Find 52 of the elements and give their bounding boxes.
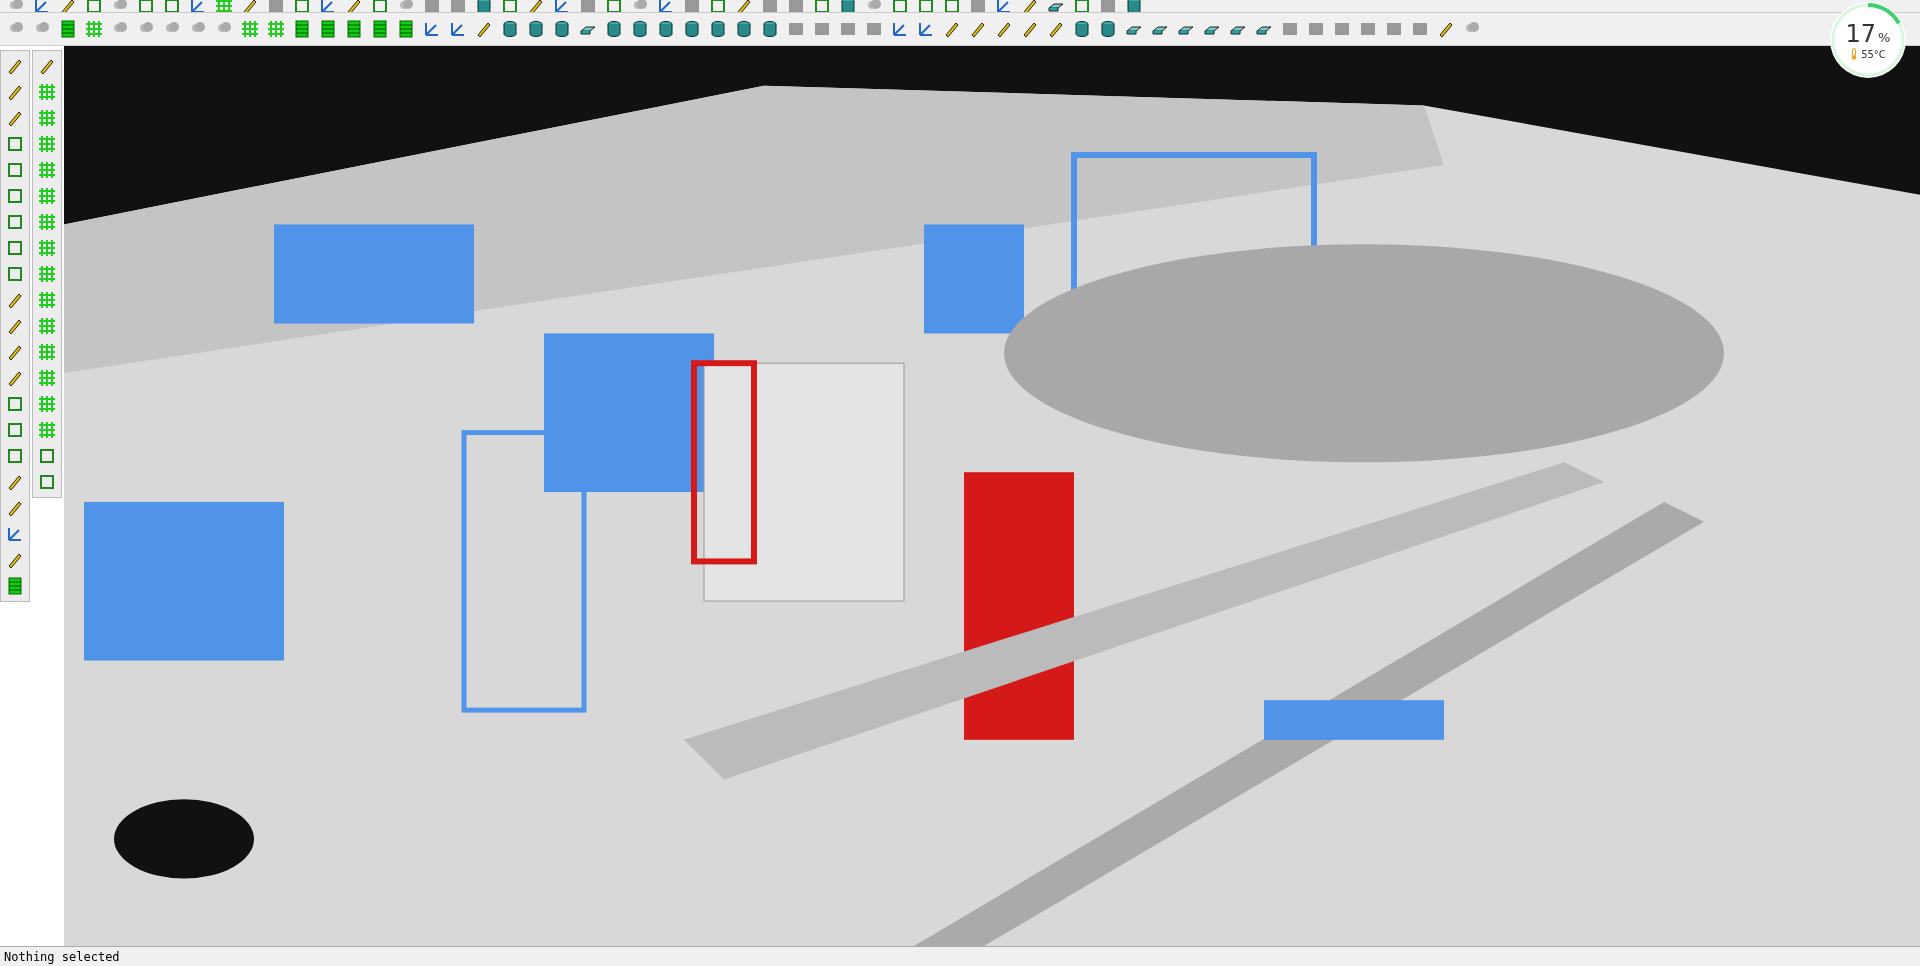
cylinder-icon [656, 19, 676, 39]
grid-icon [37, 108, 57, 128]
cylinder-icon [1072, 19, 1092, 39]
grid-icon [37, 342, 57, 362]
shape-icon [5, 238, 25, 258]
grid-icon [37, 212, 57, 232]
shape-icon [5, 186, 25, 206]
cylinder-icon [708, 19, 728, 39]
cylinder-icon [682, 19, 702, 39]
grid-icon [37, 290, 57, 310]
grid-icon [37, 420, 57, 440]
shape-icon [37, 472, 57, 492]
bars-icon [5, 576, 25, 596]
shape-icon [37, 446, 57, 466]
temperature-text: 55°C [1861, 48, 1886, 60]
grid-icon [84, 19, 104, 39]
shape-icon [5, 420, 25, 440]
thermometer-icon [1850, 48, 1859, 60]
cylinder-icon [1098, 19, 1118, 39]
grid-icon [240, 19, 260, 39]
status-text: Nothing selected [4, 949, 120, 966]
usage-unit: % [1878, 30, 1891, 45]
grid-icon [266, 19, 286, 39]
shape-icon [5, 446, 25, 466]
grid-icon [37, 238, 57, 258]
usage-value: 17 [1845, 20, 1877, 48]
shape-icon [5, 264, 25, 284]
shape-icon [5, 212, 25, 232]
bars-icon [292, 19, 312, 39]
cylinder-icon [552, 19, 572, 39]
bars-icon [344, 19, 364, 39]
grid-icon [37, 186, 57, 206]
grid-icon [37, 368, 57, 388]
shape-icon [5, 134, 25, 154]
bars-icon [370, 19, 390, 39]
cylinder-icon [734, 19, 754, 39]
grid-icon [37, 394, 57, 414]
cylinder-icon [630, 19, 650, 39]
grid-icon [37, 82, 57, 102]
bars-icon [318, 19, 338, 39]
cylinder-icon [526, 19, 546, 39]
bars-icon [396, 19, 416, 39]
grid-icon [37, 316, 57, 336]
grid-icon [37, 134, 57, 154]
shape-icon [5, 160, 25, 180]
grid-icon [37, 264, 57, 284]
bars-icon [58, 19, 78, 39]
shape-icon [5, 394, 25, 414]
grid-icon [37, 160, 57, 180]
cylinder-icon [500, 19, 520, 39]
cylinder-icon [760, 19, 780, 39]
cylinder-icon [604, 19, 624, 39]
